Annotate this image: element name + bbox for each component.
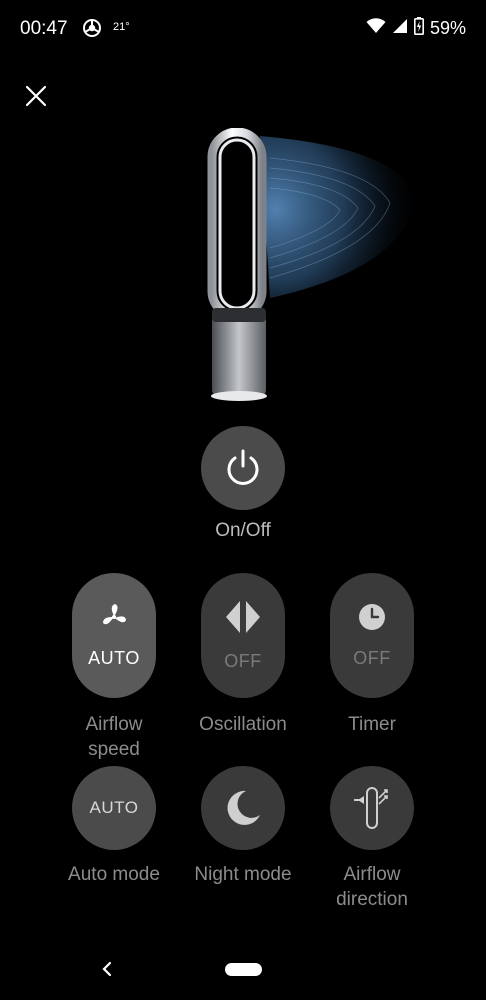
battery-percent: 59% bbox=[429, 18, 466, 38]
signal-icon bbox=[392, 18, 408, 39]
wifi-icon bbox=[366, 18, 386, 39]
timer-button[interactable]: OFF bbox=[330, 573, 414, 698]
chrome-icon bbox=[83, 19, 101, 37]
airflow-speed-label-line1: Airflow bbox=[85, 714, 143, 735]
oscillation-icon bbox=[226, 601, 260, 633]
status-time: 00:47 bbox=[20, 18, 68, 39]
back-chevron-icon bbox=[102, 961, 112, 977]
status-bar: 00:47 21° 59% bbox=[0, 0, 486, 60]
status-indicators: 59% bbox=[366, 17, 466, 40]
night-mode-button[interactable] bbox=[201, 766, 285, 850]
moon-icon bbox=[227, 790, 260, 825]
airflow-speed-label-line2: speed bbox=[88, 739, 140, 760]
fan-icon bbox=[103, 604, 126, 625]
power-label: On/Off bbox=[215, 520, 271, 541]
clock-icon bbox=[359, 604, 385, 630]
oscillation-value: OFF bbox=[224, 651, 262, 671]
oscillation-button[interactable]: OFF bbox=[201, 573, 285, 698]
airflow-speed-button[interactable]: AUTO bbox=[72, 573, 156, 698]
auto-mode-text: AUTO bbox=[89, 798, 139, 817]
timer-value: OFF bbox=[353, 648, 391, 668]
status-temperature: 21° bbox=[113, 21, 130, 33]
timer-label: Timer bbox=[348, 714, 396, 735]
auto-mode-button[interactable]: AUTO bbox=[72, 766, 156, 850]
close-icon bbox=[25, 85, 47, 107]
airflow-speed-value: AUTO bbox=[88, 648, 140, 668]
power-icon bbox=[227, 449, 259, 485]
airflow-direction-icon bbox=[354, 787, 388, 829]
navigation-bar bbox=[0, 945, 486, 1000]
auto-mode-label: Auto mode bbox=[68, 864, 160, 885]
fan-product-image bbox=[190, 127, 430, 403]
home-handle[interactable] bbox=[225, 963, 262, 976]
back-button[interactable] bbox=[95, 957, 119, 981]
airflow-direction-label: Airflow direction bbox=[307, 862, 437, 912]
battery-icon bbox=[413, 17, 424, 40]
oscillation-label: Oscillation bbox=[199, 714, 287, 735]
airflow-direction-label-line2: direction bbox=[336, 889, 408, 910]
airflow-direction-button[interactable] bbox=[330, 766, 414, 850]
airflow-direction-label-line1: Airflow bbox=[343, 864, 401, 885]
close-button[interactable] bbox=[18, 78, 54, 114]
airflow-speed-label: Airflow speed bbox=[49, 712, 179, 762]
power-button[interactable] bbox=[201, 426, 285, 510]
night-mode-label: Night mode bbox=[194, 864, 292, 885]
